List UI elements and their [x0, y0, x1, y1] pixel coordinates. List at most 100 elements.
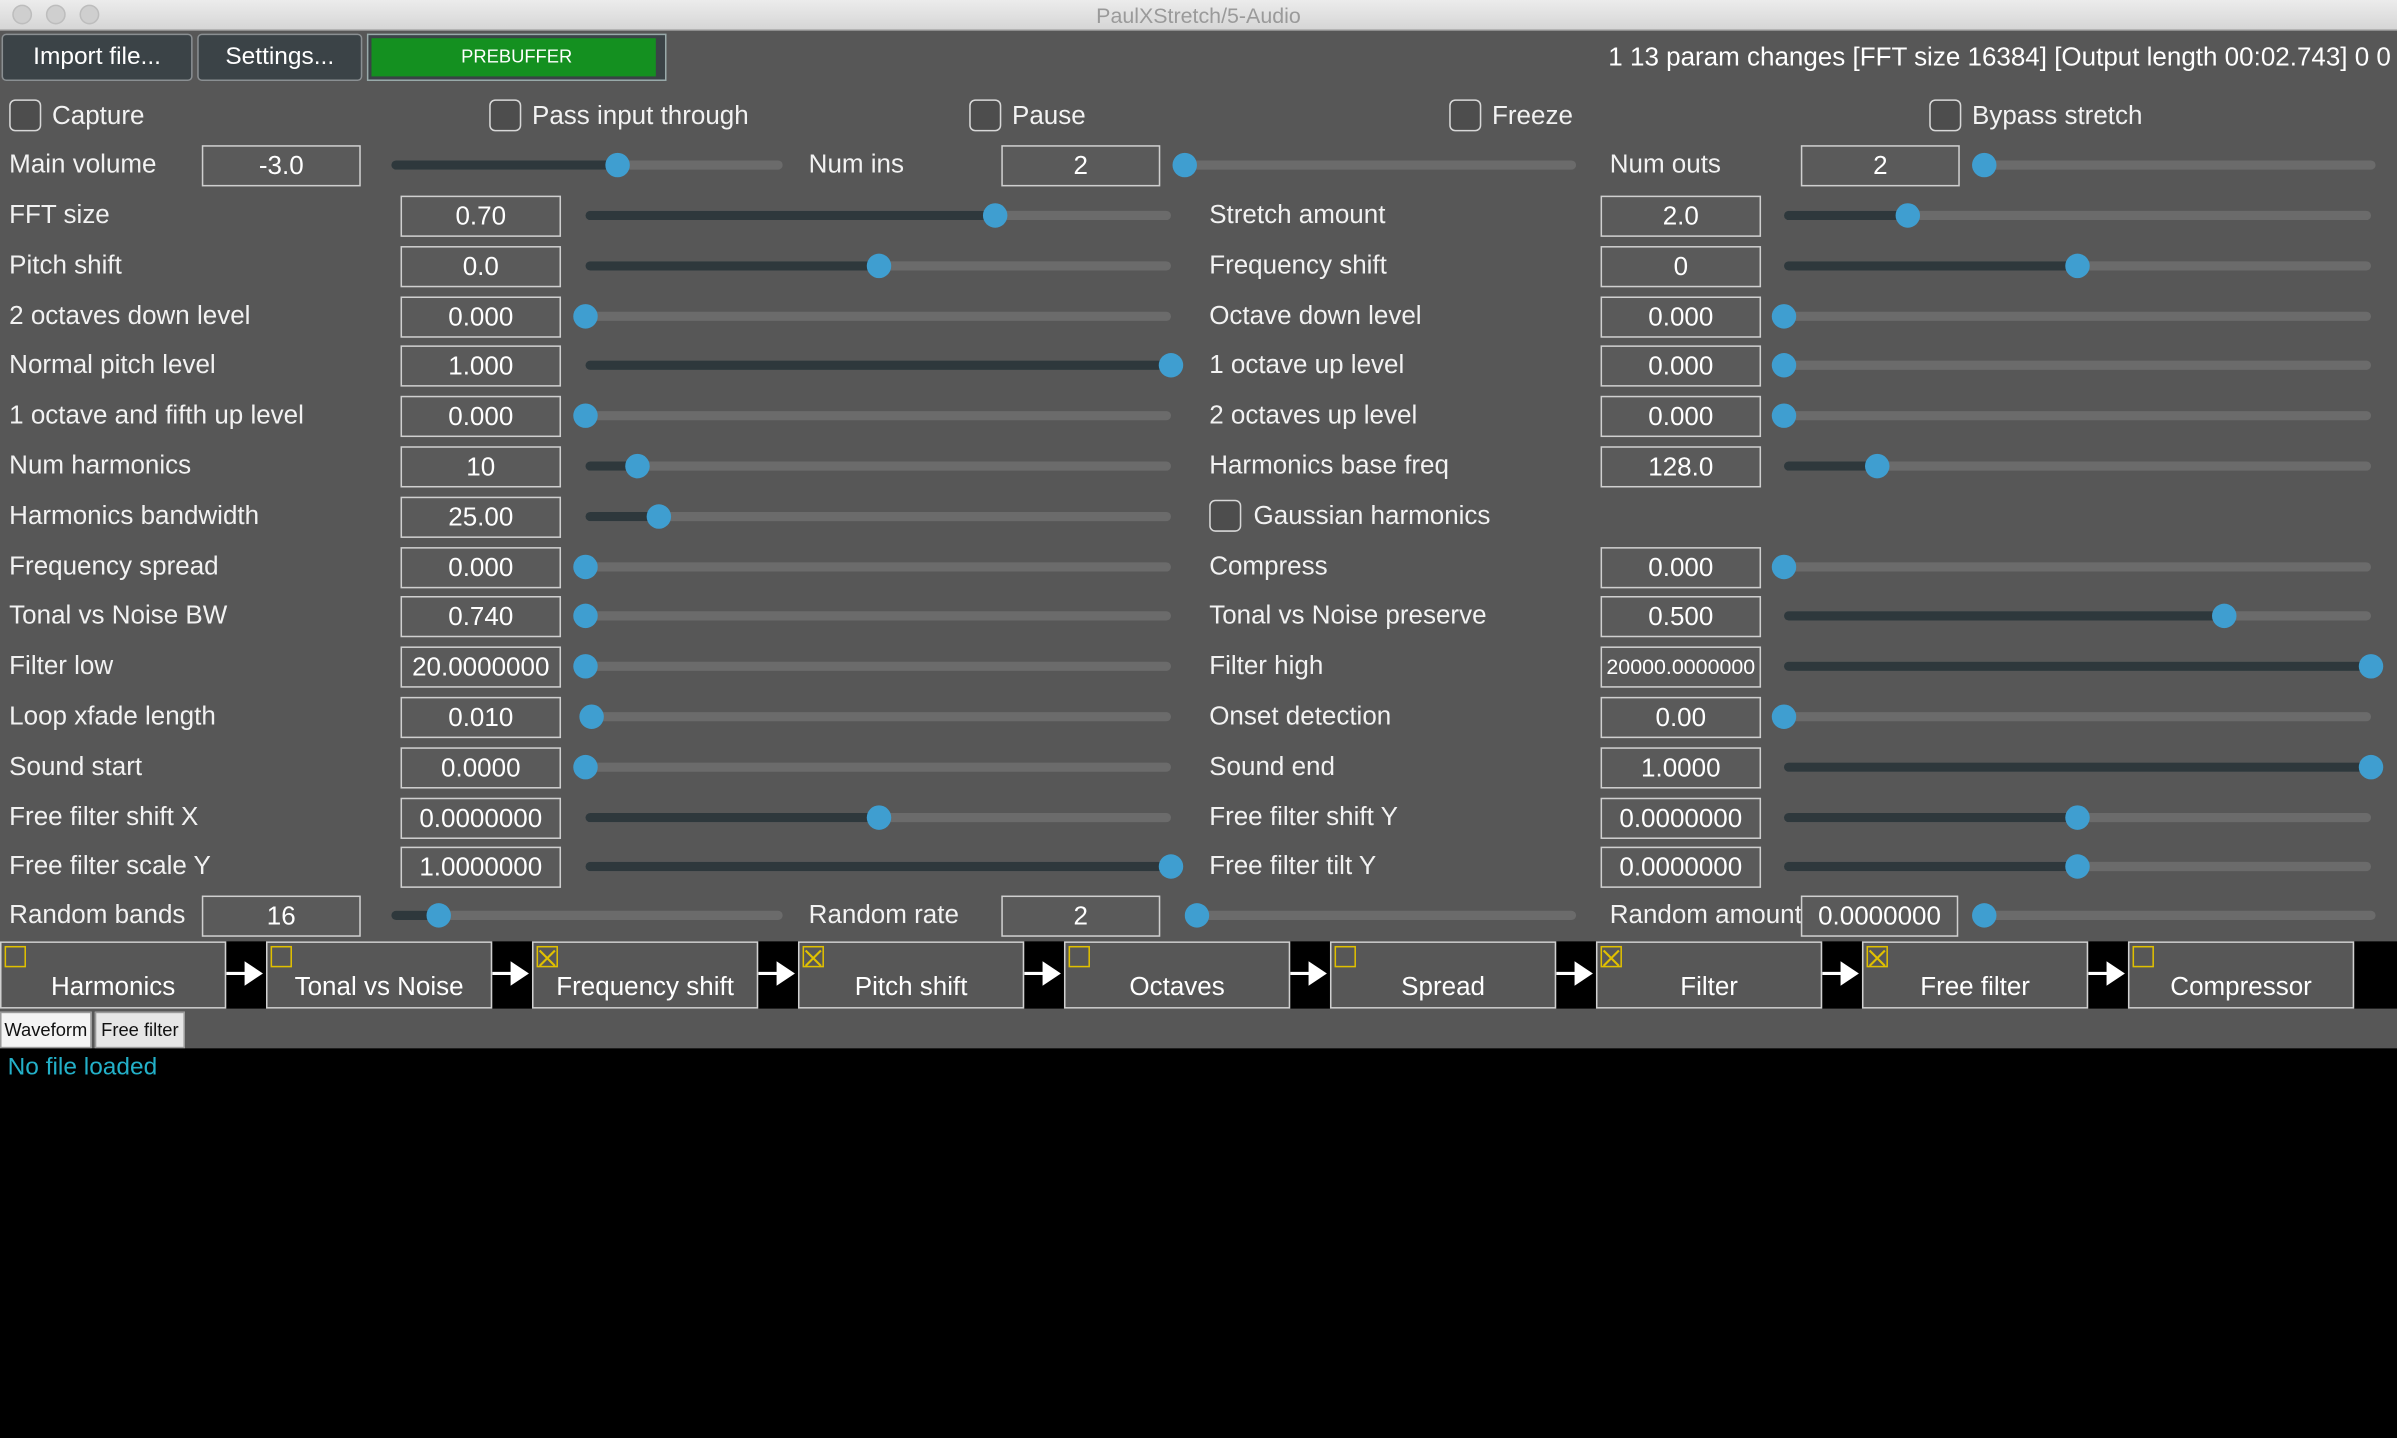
module-pitch-shift[interactable]: Pitch shift [797, 941, 1025, 1009]
2-octaves-down-level-slider[interactable] [573, 303, 1171, 328]
free-filter-shift-y-slider-thumb[interactable] [2065, 804, 2090, 830]
normal-pitch-level-slider-thumb[interactable] [1158, 353, 1184, 379]
harmonics-base-freq-value-field[interactable]: 128.0 [1600, 446, 1762, 488]
harmonics-base-freq-slider-thumb[interactable] [1865, 453, 1891, 479]
pitch-shift-enable-checkbox[interactable] [802, 945, 824, 968]
normal-pitch-level-slider[interactable] [585, 353, 1184, 379]
random-bands-value-field[interactable]: 16 [201, 895, 361, 937]
loop-xfade-length-slider-thumb[interactable] [579, 704, 604, 729]
module-spread[interactable]: Spread [1329, 941, 1557, 1009]
gaussian-harmonics-checkbox[interactable] [1209, 499, 1242, 532]
onset-detection-slider-thumb[interactable] [1771, 704, 1797, 729]
pitch-shift-slider-thumb[interactable] [866, 253, 891, 278]
loop-xfade-length-value-field[interactable]: 0.010 [400, 696, 562, 739]
harmonics-bandwidth-slider-thumb[interactable] [646, 503, 671, 529]
sound-end-slider-thumb[interactable] [2358, 754, 2384, 780]
free-filter-shift-x-slider[interactable] [585, 804, 1171, 830]
free-filter-tilt-y-slider-thumb[interactable] [2065, 854, 2090, 880]
bypass-stretch-checkbox[interactable] [1929, 99, 1962, 132]
compress-slider[interactable] [1771, 554, 2372, 579]
stretch-amount-value-field[interactable]: 2.0 [1600, 195, 1762, 237]
free-filter-scale-y-slider[interactable] [585, 854, 1184, 880]
module-compressor[interactable]: Compressor [2127, 941, 2355, 1009]
onset-detection-value-field[interactable]: 0.00 [1600, 696, 1762, 739]
sound-start-slider[interactable] [573, 754, 1171, 780]
tonal-vs-noise-preserve-value-field[interactable]: 0.500 [1600, 596, 1762, 638]
compress-value-field[interactable]: 0.000 [1600, 546, 1762, 588]
num-ins-slider-thumb[interactable] [1172, 152, 1197, 178]
settings-button[interactable]: Settings... [197, 33, 363, 81]
random-rate-value-field[interactable]: 2 [1001, 895, 1161, 937]
module-frequency-shift[interactable]: Frequency shift [531, 941, 759, 1009]
num-harmonics-slider-thumb[interactable] [625, 453, 651, 479]
filter-enable-checkbox[interactable] [1600, 945, 1622, 968]
random-bands-slider-thumb[interactable] [426, 903, 451, 928]
free-filter-enable-checkbox[interactable] [1866, 945, 1888, 968]
stretch-amount-slider[interactable] [1783, 203, 2372, 228]
random-amount-value-field[interactable]: 0.0000000 [1800, 895, 1959, 937]
harmonics-bandwidth-slider[interactable] [585, 503, 1171, 529]
fft-size-value-field[interactable]: 0.70 [400, 195, 562, 237]
1-octave-up-level-slider[interactable] [1771, 353, 2372, 379]
octave-down-level-value-field[interactable]: 0.000 [1600, 295, 1762, 338]
tonal-vs-noise-bw-slider-thumb[interactable] [573, 604, 598, 629]
1-octave-up-level-slider-thumb[interactable] [1771, 353, 1797, 379]
harmonics-base-freq-slider[interactable] [1783, 453, 2372, 479]
random-bands-slider[interactable] [391, 903, 783, 928]
compress-slider-thumb[interactable] [1771, 554, 1797, 579]
fft-size-slider-thumb[interactable] [983, 203, 1008, 228]
waveform-view[interactable] [0, 1048, 2397, 1438]
octave-down-level-slider-thumb[interactable] [1771, 303, 1797, 328]
tab-free-filter[interactable]: Free filter [94, 1011, 185, 1049]
filter-high-value-field[interactable]: 20000.0000000 [1600, 646, 1762, 688]
num-outs-slider-thumb[interactable] [1972, 152, 1997, 178]
frequency-spread-slider-thumb[interactable] [573, 554, 598, 579]
module-harmonics[interactable]: Harmonics [0, 941, 227, 1009]
2-octaves-down-level-value-field[interactable]: 0.000 [400, 295, 562, 338]
tonal-vs-noise-enable-checkbox[interactable] [270, 945, 292, 968]
free-filter-shift-y-value-field[interactable]: 0.0000000 [1600, 797, 1762, 839]
capture-checkbox[interactable] [9, 99, 42, 132]
filter-high-slider-thumb[interactable] [2358, 654, 2384, 679]
random-rate-slider-thumb[interactable] [1184, 903, 1209, 928]
freeze-checkbox[interactable] [1449, 99, 1482, 132]
num-harmonics-value-field[interactable]: 10 [400, 446, 562, 488]
free-filter-shift-x-slider-thumb[interactable] [866, 804, 891, 830]
num-outs-value-field[interactable]: 2 [1800, 145, 1960, 187]
normal-pitch-level-value-field[interactable]: 1.000 [400, 345, 562, 388]
octaves-enable-checkbox[interactable] [1068, 945, 1090, 968]
num-outs-slider[interactable] [1972, 152, 2376, 178]
tonal-vs-noise-bw-value-field[interactable]: 0.740 [400, 596, 562, 638]
frequency-spread-value-field[interactable]: 0.000 [400, 546, 562, 588]
frequency-shift-value-field[interactable]: 0 [1600, 245, 1762, 287]
octave-down-level-slider[interactable] [1771, 303, 2372, 328]
module-filter[interactable]: Filter [1595, 941, 1823, 1009]
filter-low-slider[interactable] [573, 654, 1171, 679]
2-octaves-up-level-slider[interactable] [1771, 403, 2372, 429]
1-octave-up-level-value-field[interactable]: 0.000 [1600, 345, 1762, 388]
loop-xfade-length-slider[interactable] [579, 704, 1171, 729]
prebuffer-indicator[interactable]: PREBUFFER [366, 33, 667, 81]
free-filter-shift-x-value-field[interactable]: 0.0000000 [400, 797, 562, 839]
num-ins-slider[interactable] [1172, 152, 1577, 178]
2-octaves-up-level-slider-thumb[interactable] [1771, 403, 1797, 429]
harmonics-bandwidth-value-field[interactable]: 25.00 [400, 496, 562, 538]
pitch-shift-value-field[interactable]: 0.0 [400, 245, 562, 287]
1-octave-and-fifth-up-level-value-field[interactable]: 0.000 [400, 396, 562, 438]
sound-start-slider-thumb[interactable] [573, 754, 598, 780]
num-ins-value-field[interactable]: 2 [1001, 145, 1161, 187]
free-filter-scale-y-value-field[interactable]: 1.0000000 [400, 847, 562, 889]
onset-detection-slider[interactable] [1771, 704, 2372, 729]
filter-low-value-field[interactable]: 20.0000000 [400, 646, 562, 688]
tab-waveform[interactable]: Waveform [0, 1011, 92, 1049]
1-octave-and-fifth-up-level-slider-thumb[interactable] [573, 403, 598, 429]
tonal-vs-noise-preserve-slider-thumb[interactable] [2212, 604, 2237, 629]
module-tonal-vs-noise[interactable]: Tonal vs Noise [265, 941, 493, 1009]
free-filter-scale-y-slider-thumb[interactable] [1158, 854, 1184, 880]
import-file-button[interactable]: Import file... [1, 33, 193, 81]
frequency-shift-slider[interactable] [1783, 253, 2372, 278]
filter-low-slider-thumb[interactable] [573, 654, 598, 679]
sound-end-value-field[interactable]: 1.0000 [1600, 746, 1762, 789]
free-filter-tilt-y-slider[interactable] [1783, 854, 2372, 880]
module-free-filter[interactable]: Free filter [1861, 941, 2089, 1009]
